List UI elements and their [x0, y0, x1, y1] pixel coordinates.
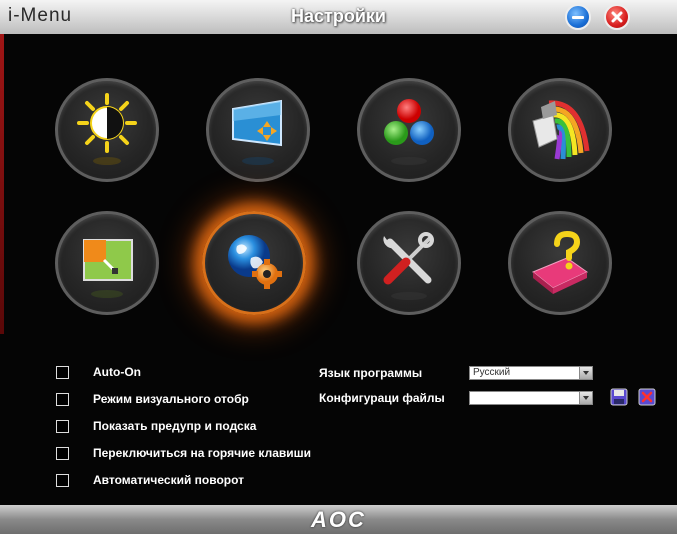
help-icon [532, 230, 588, 294]
hotkeys-label: Переключиться на горячие клавиши [93, 446, 312, 460]
visual-mode-checkbox[interactable] [56, 392, 69, 406]
delete-config-button[interactable] [638, 388, 656, 406]
image-setup-icon [232, 99, 282, 165]
color-setup-button[interactable] [357, 78, 461, 182]
help-button[interactable] [508, 211, 612, 315]
auto-rotate-label: Автоматический поворот [93, 473, 245, 487]
chevron-down-icon[interactable] [579, 392, 592, 404]
option-visual-mode[interactable]: Режим визуального отобр [56, 390, 249, 408]
language-label: Язык программы [319, 366, 423, 380]
aoc-logo: AOC [311, 507, 366, 532]
tools-button[interactable] [357, 211, 461, 315]
minimize-button[interactable] [565, 4, 591, 30]
save-icon [610, 388, 628, 406]
image-setup-button[interactable] [206, 78, 310, 182]
title-bar[interactable]: i-Menu Настройки [0, 0, 677, 34]
auto-rotate-checkbox[interactable] [56, 473, 69, 487]
language-value: Русский [473, 367, 511, 378]
close-icon [611, 11, 623, 23]
show-warnings-label: Показать предупр и подска [93, 419, 257, 433]
chevron-down-icon[interactable] [579, 367, 592, 379]
close-button[interactable] [604, 4, 630, 30]
osd-setup-button[interactable] [55, 211, 159, 315]
delete-icon [638, 388, 656, 406]
color-setup-icon [384, 99, 434, 165]
imenu-window: i-Menu Настройки Auto-On Режим визуально… [0, 0, 677, 534]
auto-on-label: Auto-On [93, 365, 141, 379]
config-files-select[interactable] [469, 391, 593, 405]
option-hotkeys[interactable]: Переключиться на горячие клавиши [56, 444, 311, 462]
picture-boost-icon [532, 100, 590, 160]
extra-settings-button[interactable] [202, 211, 306, 315]
footer-bar: AOC [0, 505, 677, 534]
osd-setup-icon [83, 239, 133, 298]
option-auto-rotate[interactable]: Автоматический поворот [56, 471, 244, 489]
language-select[interactable]: Русский [469, 366, 593, 380]
brightness-contrast-button[interactable] [55, 78, 159, 182]
minimize-icon [572, 15, 584, 19]
picture-boost-button[interactable] [508, 78, 612, 182]
option-auto-on[interactable]: Auto-On [56, 363, 141, 381]
hotkeys-checkbox[interactable] [56, 446, 69, 460]
window-edge [0, 34, 4, 334]
tools-icon [383, 232, 434, 300]
show-warnings-checkbox[interactable] [56, 419, 69, 433]
auto-on-checkbox[interactable] [56, 365, 69, 379]
brightness-contrast-icon [77, 93, 137, 165]
extra-settings-icon [228, 235, 282, 289]
save-config-button[interactable] [610, 388, 628, 406]
option-show-warnings[interactable]: Показать предупр и подска [56, 417, 256, 435]
config-files-label: Конфигураци файлы [319, 391, 445, 405]
visual-mode-label: Режим визуального отобр [93, 392, 249, 406]
